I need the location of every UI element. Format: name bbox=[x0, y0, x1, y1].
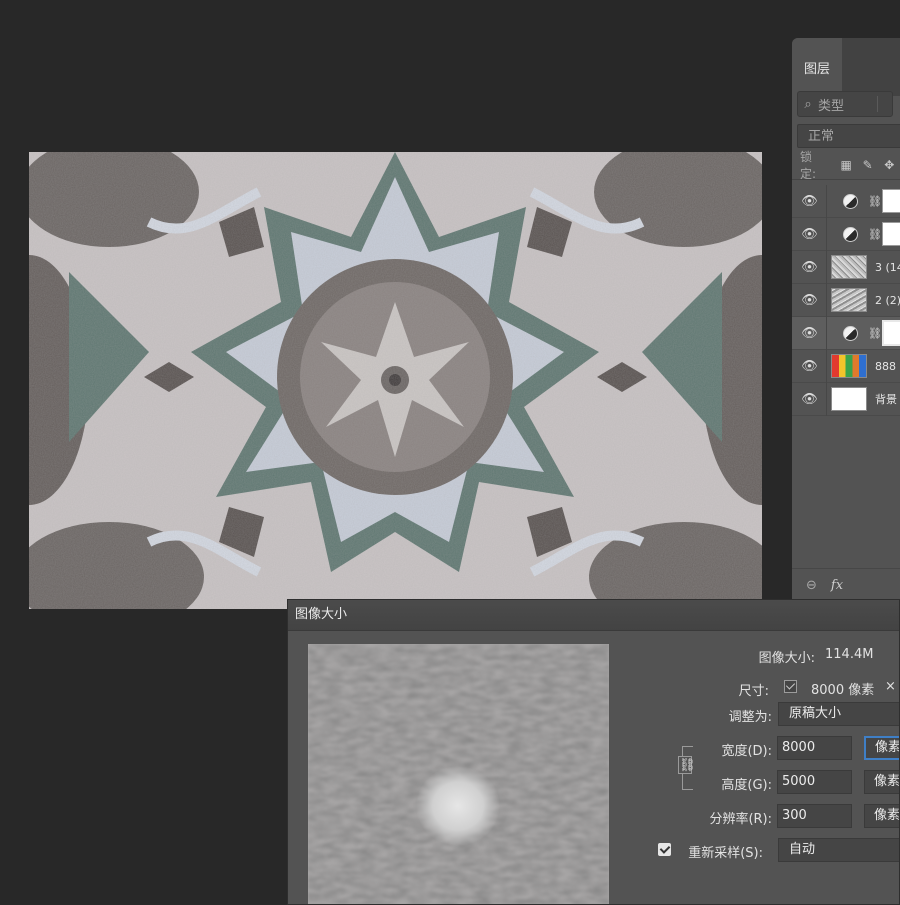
divider bbox=[826, 251, 827, 284]
dimensions-value: 8000 像素 bbox=[811, 683, 875, 698]
resample-checkbox[interactable] bbox=[658, 843, 671, 856]
adjustment-layer-icon bbox=[843, 193, 858, 209]
image-size-value: 114.4M bbox=[825, 647, 874, 662]
layer-thumbnail bbox=[831, 288, 867, 312]
resample-select[interactable]: 自动 bbox=[778, 838, 899, 862]
height-unit-select[interactable]: 像素 bbox=[864, 770, 899, 794]
width-field[interactable]: 8000 bbox=[777, 736, 852, 760]
image-preview[interactable] bbox=[308, 644, 609, 904]
chain-link-icon[interactable]: ⛓ bbox=[868, 327, 882, 340]
layers-footer: ⊖ fx bbox=[792, 568, 900, 600]
fit-to-select[interactable]: 原稿大小 bbox=[778, 702, 899, 726]
width-unit-select[interactable]: 像素 bbox=[864, 736, 899, 760]
dimensions-toggle-icon[interactable] bbox=[784, 680, 797, 693]
eye-icon[interactable]: 👁︎ bbox=[792, 260, 827, 275]
eye-icon[interactable]: 👁︎ bbox=[792, 392, 827, 407]
resolution-unit-select[interactable]: 像素 bbox=[864, 804, 899, 828]
divider bbox=[792, 179, 900, 180]
layer-row[interactable]: 👁︎ ⛓ bbox=[792, 185, 900, 218]
layer-filter-select[interactable]: ⌕ 类型 bbox=[797, 91, 893, 117]
layer-name[interactable]: 2 (2) bbox=[875, 294, 900, 307]
tab-layers[interactable]: 图层 bbox=[792, 38, 842, 96]
height-label: 高度(G): bbox=[721, 778, 772, 793]
canvas-artwork[interactable] bbox=[29, 152, 762, 609]
eye-icon[interactable]: 👁︎ bbox=[792, 359, 827, 374]
fit-to-label: 调整为: bbox=[728, 710, 772, 725]
layer-row[interactable]: 👁︎ 3 (14 bbox=[792, 251, 900, 284]
width-label: 宽度(D): bbox=[721, 744, 772, 759]
dimensions-label: 尺寸: bbox=[738, 684, 769, 699]
layer-name[interactable]: 背景 bbox=[875, 391, 897, 407]
layer-row[interactable]: 👁︎ 2 (2) bbox=[792, 284, 900, 317]
layer-mask-thumbnail[interactable] bbox=[882, 320, 900, 346]
lock-row: 锁定: ▦ ✎ ✥ bbox=[792, 150, 900, 181]
divider bbox=[826, 317, 827, 350]
resample-label: 重新采样(S): bbox=[688, 846, 763, 861]
chain-link-icon[interactable]: ⛓ bbox=[868, 195, 882, 208]
layers-panel: 图层 ⌕ 类型 正常 锁定: ▦ ✎ ✥ 👁︎ ⛓ 👁︎ ⛓ 👁︎ 3 (14 … bbox=[792, 38, 900, 600]
resolution-field[interactable]: 300 bbox=[777, 804, 852, 828]
divider bbox=[826, 218, 827, 251]
height-field[interactable]: 5000 bbox=[777, 770, 852, 794]
divider bbox=[826, 383, 827, 416]
layer-mask-thumbnail[interactable] bbox=[882, 189, 900, 213]
dimensions-times: × bbox=[885, 679, 896, 694]
layer-row[interactable]: 👁︎ ⛓ bbox=[792, 218, 900, 251]
lock-label: 锁定: bbox=[800, 150, 817, 181]
fx-icon[interactable]: fx bbox=[831, 578, 843, 593]
resolution-label: 分辨率(R): bbox=[709, 812, 772, 827]
link-layers-icon[interactable]: ⊖ bbox=[806, 578, 817, 593]
divider bbox=[826, 284, 827, 317]
divider bbox=[826, 185, 827, 218]
search-icon: ⌕ bbox=[804, 96, 812, 112]
divider bbox=[826, 350, 827, 383]
dialog-title[interactable]: 图像大小 bbox=[288, 600, 899, 631]
layer-filter-label: 类型 bbox=[818, 98, 845, 114]
layer-name[interactable]: 888 bbox=[875, 360, 896, 373]
lock-image-pixels-icon[interactable]: ✎ bbox=[857, 158, 879, 172]
layer-name[interactable]: 3 (14 bbox=[875, 261, 900, 274]
image-size-dialog: 图像大小 图像大小: 114.4M 尺寸: 8000 像素 × 调整为: 原稿大… bbox=[287, 599, 900, 905]
layer-row-selected[interactable]: 👁︎ ⛓ bbox=[792, 317, 900, 350]
lock-position-icon[interactable]: ✥ bbox=[878, 158, 900, 172]
layer-thumbnail bbox=[831, 354, 867, 378]
eye-icon[interactable]: 👁︎ bbox=[792, 227, 827, 242]
adjustment-layer-icon bbox=[843, 325, 858, 341]
layer-row[interactable]: 👁︎ 888 bbox=[792, 350, 900, 383]
blend-mode-select[interactable]: 正常 bbox=[797, 124, 900, 148]
eye-icon[interactable]: 👁︎ bbox=[792, 326, 827, 341]
lock-transparent-pixels-icon[interactable]: ▦ bbox=[835, 158, 857, 172]
image-size-label: 图像大小: bbox=[758, 651, 815, 666]
chain-link-icon[interactable]: ⛓ bbox=[868, 228, 882, 241]
layer-mask-thumbnail[interactable] bbox=[882, 222, 900, 246]
layers-tabbar: 图层 bbox=[792, 38, 900, 96]
chevron-down-icon bbox=[877, 96, 892, 112]
eye-icon[interactable]: 👁︎ bbox=[792, 194, 827, 209]
eye-icon[interactable]: 👁︎ bbox=[792, 293, 827, 308]
adjustment-layer-icon bbox=[843, 226, 858, 242]
layer-thumbnail bbox=[831, 387, 867, 411]
layer-row[interactable]: 👁︎ 背景 bbox=[792, 383, 900, 416]
link-icon[interactable]: ⛓ bbox=[678, 756, 696, 774]
layer-thumbnail bbox=[831, 255, 867, 279]
